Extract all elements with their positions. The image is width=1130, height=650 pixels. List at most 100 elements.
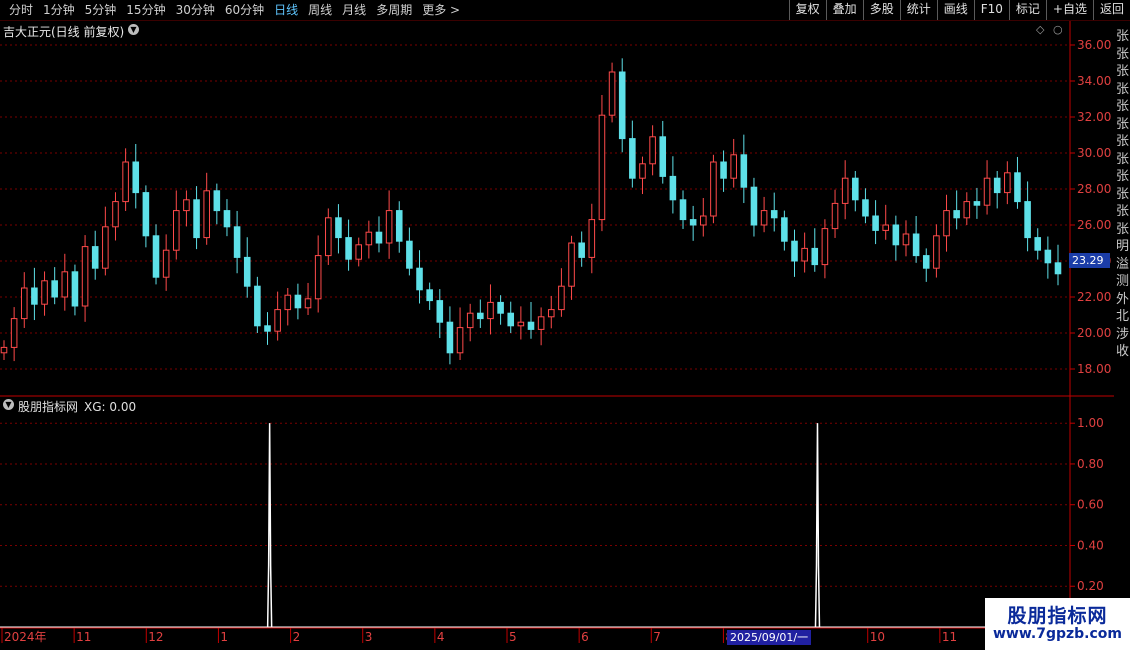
side-char: 溢	[1116, 256, 1130, 272]
toolbar-button-4[interactable]: 画线	[936, 0, 974, 20]
candle-body	[162, 249, 170, 278]
period-tabs: 分时 1分钟 5分钟 15分钟 30分钟 60分钟 日线 周线 月线 多周期 更多 >	[4, 0, 465, 20]
candle-body	[710, 161, 717, 217]
watermark-url: www.7gpzb.com	[992, 626, 1122, 642]
candle-body	[892, 224, 900, 246]
candle-body	[831, 202, 839, 230]
diamond-icon[interactable]: ◇	[1036, 23, 1044, 36]
candle-body	[547, 309, 555, 318]
candle-body	[406, 240, 413, 269]
candle-body	[1004, 172, 1011, 194]
candle-body	[487, 301, 494, 320]
candle-body	[345, 237, 352, 260]
period-tab-8[interactable]: 月线	[337, 0, 371, 20]
candle-body	[750, 186, 758, 226]
candle-body	[284, 294, 292, 311]
side-char: 张	[1116, 46, 1130, 62]
candle-body	[0, 346, 8, 354]
candle-body	[507, 312, 515, 327]
candle-body	[993, 177, 1001, 194]
chart-canvas[interactable]: 18.0020.0022.0024.0026.0028.0030.0032.00…	[0, 21, 1114, 650]
candle-body	[527, 321, 535, 330]
candle-body	[335, 217, 342, 239]
side-char: 张	[1116, 186, 1130, 202]
side-char: 张	[1116, 151, 1130, 167]
candle-body	[760, 210, 768, 226]
candle-body	[963, 201, 971, 219]
toolbar-button-2[interactable]: 多股	[862, 0, 900, 20]
period-tab-5[interactable]: 60分钟	[220, 0, 269, 20]
candle-body	[264, 325, 271, 332]
main-dropdown-icon[interactable]: ▼	[128, 24, 139, 35]
candle-body	[497, 301, 504, 314]
toolbar-button-5[interactable]: F10	[973, 0, 1009, 20]
side-char: 张	[1116, 221, 1130, 237]
candle-body	[740, 154, 748, 188]
candle-body	[203, 190, 210, 239]
ind-tick-label: 1.00	[1077, 416, 1104, 430]
period-tab-10[interactable]: 更多 >	[417, 0, 465, 20]
x-tick-label: 7	[653, 630, 661, 644]
candle-body	[517, 321, 525, 327]
side-char: 张	[1116, 64, 1130, 79]
candle-body	[243, 256, 251, 287]
toolbar-button-7[interactable]: +自选	[1045, 0, 1093, 20]
candle-body	[558, 285, 565, 311]
y-tick-label: 30.00	[1077, 146, 1111, 160]
candle-body	[649, 136, 656, 165]
x-tick-label: 1	[220, 630, 228, 644]
candle-body	[1034, 237, 1042, 251]
candle-body	[1014, 172, 1021, 203]
period-tab-7[interactable]: 周线	[303, 0, 337, 20]
y-tick-label: 28.00	[1077, 182, 1111, 196]
candle-body	[375, 231, 383, 244]
period-tab-2[interactable]: 5分钟	[80, 0, 122, 20]
side-char: 张	[1116, 116, 1130, 132]
candle-body	[122, 161, 129, 203]
period-tab-3[interactable]: 15分钟	[121, 0, 170, 20]
toolbar-button-0[interactable]: 复权	[788, 0, 826, 20]
y-tick-label: 36.00	[1077, 38, 1111, 52]
candle-body	[902, 233, 910, 246]
period-tab-1[interactable]: 1分钟	[38, 0, 80, 20]
candle-body	[922, 255, 930, 269]
y-tick-label: 32.00	[1077, 110, 1111, 124]
candle-body	[31, 287, 38, 305]
right-side-panel: 张张张张张张张张张张张张明溢测外北涉收	[1114, 21, 1130, 650]
y-tick-label: 20.00	[1077, 326, 1111, 340]
candle-body	[20, 287, 28, 320]
candle-body	[862, 199, 869, 217]
toolbar-buttons: 复权 叠加 多股 统计 画线 F10 标记 +自选 返回	[788, 0, 1130, 20]
candle-body	[1044, 249, 1052, 264]
period-tab-4[interactable]: 30分钟	[171, 0, 220, 20]
candle-body	[385, 210, 393, 244]
toolbar-button-8[interactable]: 返回	[1092, 0, 1130, 20]
toolbar-button-6[interactable]: 标记	[1008, 0, 1046, 20]
candle-body	[274, 309, 281, 332]
candle-body	[568, 242, 575, 287]
period-tab-6[interactable]: 日线	[269, 0, 303, 20]
period-tab-0[interactable]: 分时	[4, 0, 38, 20]
candle-body	[102, 226, 109, 269]
signal-spike	[266, 423, 273, 628]
indicator-dropdown-icon[interactable]: ▼	[3, 399, 14, 410]
toolbar-button-3[interactable]: 统计	[899, 0, 937, 20]
candle-body	[872, 215, 879, 231]
candle-body	[395, 210, 403, 242]
x-tick-label: 11	[942, 630, 957, 644]
toolbar-button-1[interactable]: 叠加	[825, 0, 863, 20]
x-tick-label: 2	[293, 630, 301, 644]
main-chart-title: 吉大正元(日线 前复权)	[3, 25, 125, 39]
candle-body	[669, 175, 677, 201]
x-tick-label: 4	[437, 630, 445, 644]
candle-body	[71, 271, 79, 307]
candle-body	[689, 219, 697, 226]
candle-body	[953, 210, 960, 219]
y-tick-label: 22.00	[1077, 290, 1111, 304]
candle-body	[912, 233, 920, 257]
candle-body	[254, 285, 261, 327]
circle-icon[interactable]: ○	[1053, 23, 1063, 36]
period-tab-9[interactable]: 多周期	[371, 0, 417, 20]
candle-body	[841, 177, 849, 204]
side-char: 涉	[1116, 326, 1130, 342]
